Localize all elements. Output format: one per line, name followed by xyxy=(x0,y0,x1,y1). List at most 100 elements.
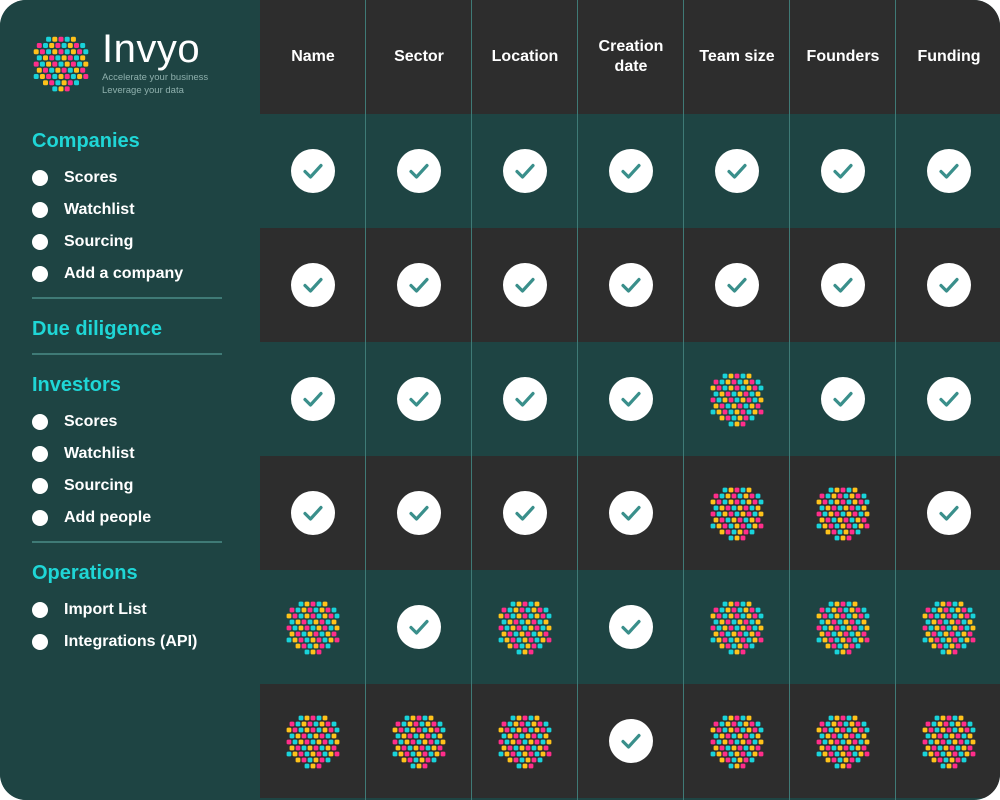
nav-item-integrations-api[interactable]: Integrations (API) xyxy=(32,630,197,654)
check-circle-icon xyxy=(609,263,653,307)
bullet-icon xyxy=(32,446,48,462)
brand-tagline-2: Leverage your data xyxy=(102,85,184,96)
check-circle-icon xyxy=(503,149,547,193)
table-cell xyxy=(684,456,790,570)
table-cell xyxy=(896,114,1000,228)
nav-item-investor-sourcing[interactable]: Sourcing xyxy=(32,474,133,498)
check-circle-icon xyxy=(503,377,547,421)
nav-item-investor-watchlist[interactable]: Watchlist xyxy=(32,442,135,466)
brand-name: Invyo xyxy=(102,27,201,71)
check-circle-icon xyxy=(609,491,653,535)
nav-item-company-sourcing[interactable]: Sourcing xyxy=(32,230,133,254)
table-cell xyxy=(790,342,896,456)
table-cell xyxy=(260,684,366,798)
nav-item-label: Sourcing xyxy=(64,233,134,250)
hexagon-dots-icon xyxy=(710,373,764,427)
table-cell xyxy=(260,342,366,456)
table-cell xyxy=(790,684,896,798)
nav-item-label: Add a company xyxy=(64,265,184,282)
nav-item-label: Sourcing xyxy=(64,477,134,494)
section-title-due-diligence[interactable]: Due diligence xyxy=(32,317,162,341)
app-frame: Invyo Accelerate your business Leverage … xyxy=(0,0,1000,800)
bullet-icon xyxy=(32,414,48,430)
check-circle-icon xyxy=(397,263,441,307)
check-circle-icon xyxy=(291,491,335,535)
nav-item-label: Watchlist xyxy=(64,445,135,462)
table-cell xyxy=(260,456,366,570)
hexagon-dots-logo xyxy=(33,36,89,92)
table-cell xyxy=(790,228,896,342)
check-circle-icon xyxy=(927,149,971,193)
section-title-companies[interactable]: Companies xyxy=(32,129,140,153)
nav-item-label: Integrations (API) xyxy=(64,633,198,650)
table-cell xyxy=(366,684,472,798)
table-cell xyxy=(366,114,472,228)
bullet-icon xyxy=(32,602,48,618)
nav-item-add-people[interactable]: Add people xyxy=(32,506,151,530)
bullet-icon xyxy=(32,478,48,494)
nav-item-label: Scores xyxy=(64,413,118,430)
nav-item-company-scores[interactable]: Scores xyxy=(32,166,117,190)
table-cell xyxy=(578,456,684,570)
check-circle-icon xyxy=(291,377,335,421)
table-cell xyxy=(896,684,1000,798)
nav-item-investor-scores[interactable]: Scores xyxy=(32,410,117,434)
check-circle-icon xyxy=(609,605,653,649)
bullet-icon xyxy=(32,202,48,218)
bullet-icon xyxy=(32,510,48,526)
column-header-sector[interactable]: Sector xyxy=(366,0,472,114)
hexagon-dots-icon xyxy=(922,715,976,769)
table-cell xyxy=(684,228,790,342)
sidebar: Invyo Accelerate your business Leverage … xyxy=(0,0,260,800)
feature-table: Name Sector Location Creation date Team size… xyxy=(260,0,1000,800)
check-circle-icon xyxy=(609,149,653,193)
table-cell xyxy=(472,114,578,228)
check-circle-icon xyxy=(609,377,653,421)
check-circle-icon xyxy=(715,263,759,307)
table-cell xyxy=(578,228,684,342)
table-cell xyxy=(684,684,790,798)
table-cell xyxy=(684,114,790,228)
table-cell xyxy=(790,114,896,228)
table-cell xyxy=(578,570,684,684)
bullet-icon xyxy=(32,234,48,250)
table-cell xyxy=(366,228,472,342)
column-header-creation-date[interactable]: Creation date xyxy=(578,0,684,114)
nav-item-add-company[interactable]: Add a company xyxy=(32,262,183,286)
check-circle-icon xyxy=(291,263,335,307)
column-header-team-size[interactable]: Team size xyxy=(684,0,790,114)
table-cell xyxy=(472,570,578,684)
nav-item-label: Import List xyxy=(64,601,147,618)
check-circle-icon xyxy=(821,263,865,307)
nav-item-label: Add people xyxy=(64,509,152,526)
check-circle-icon xyxy=(397,149,441,193)
table-cell xyxy=(896,456,1000,570)
check-circle-icon xyxy=(821,377,865,421)
column-header-name[interactable]: Name xyxy=(260,0,366,114)
table-cell xyxy=(472,342,578,456)
table-cell xyxy=(260,570,366,684)
section-title-operations[interactable]: Operations xyxy=(32,561,138,585)
check-circle-icon xyxy=(927,377,971,421)
nav-item-import-list[interactable]: Import List xyxy=(32,598,147,622)
column-header-location[interactable]: Location xyxy=(472,0,578,114)
column-header-funding[interactable]: Funding xyxy=(896,0,1000,114)
check-circle-icon xyxy=(503,491,547,535)
table-cell xyxy=(366,342,472,456)
bullet-icon xyxy=(32,634,48,650)
nav-item-label: Scores xyxy=(64,169,118,186)
nav-item-company-watchlist[interactable]: Watchlist xyxy=(32,198,135,222)
nav-item-label: Watchlist xyxy=(64,201,135,218)
section-title-investors[interactable]: Investors xyxy=(32,373,121,397)
column-header-founders[interactable]: Founders xyxy=(790,0,896,114)
table-cell xyxy=(684,570,790,684)
table-cell xyxy=(684,342,790,456)
check-circle-icon xyxy=(503,263,547,307)
brand-tagline-1: Accelerate your business xyxy=(102,72,209,83)
table-cell xyxy=(578,114,684,228)
sidebar-divider xyxy=(32,297,222,299)
table-cell xyxy=(260,228,366,342)
check-circle-icon xyxy=(927,263,971,307)
check-circle-icon xyxy=(715,149,759,193)
hexagon-dots-icon xyxy=(392,715,446,769)
